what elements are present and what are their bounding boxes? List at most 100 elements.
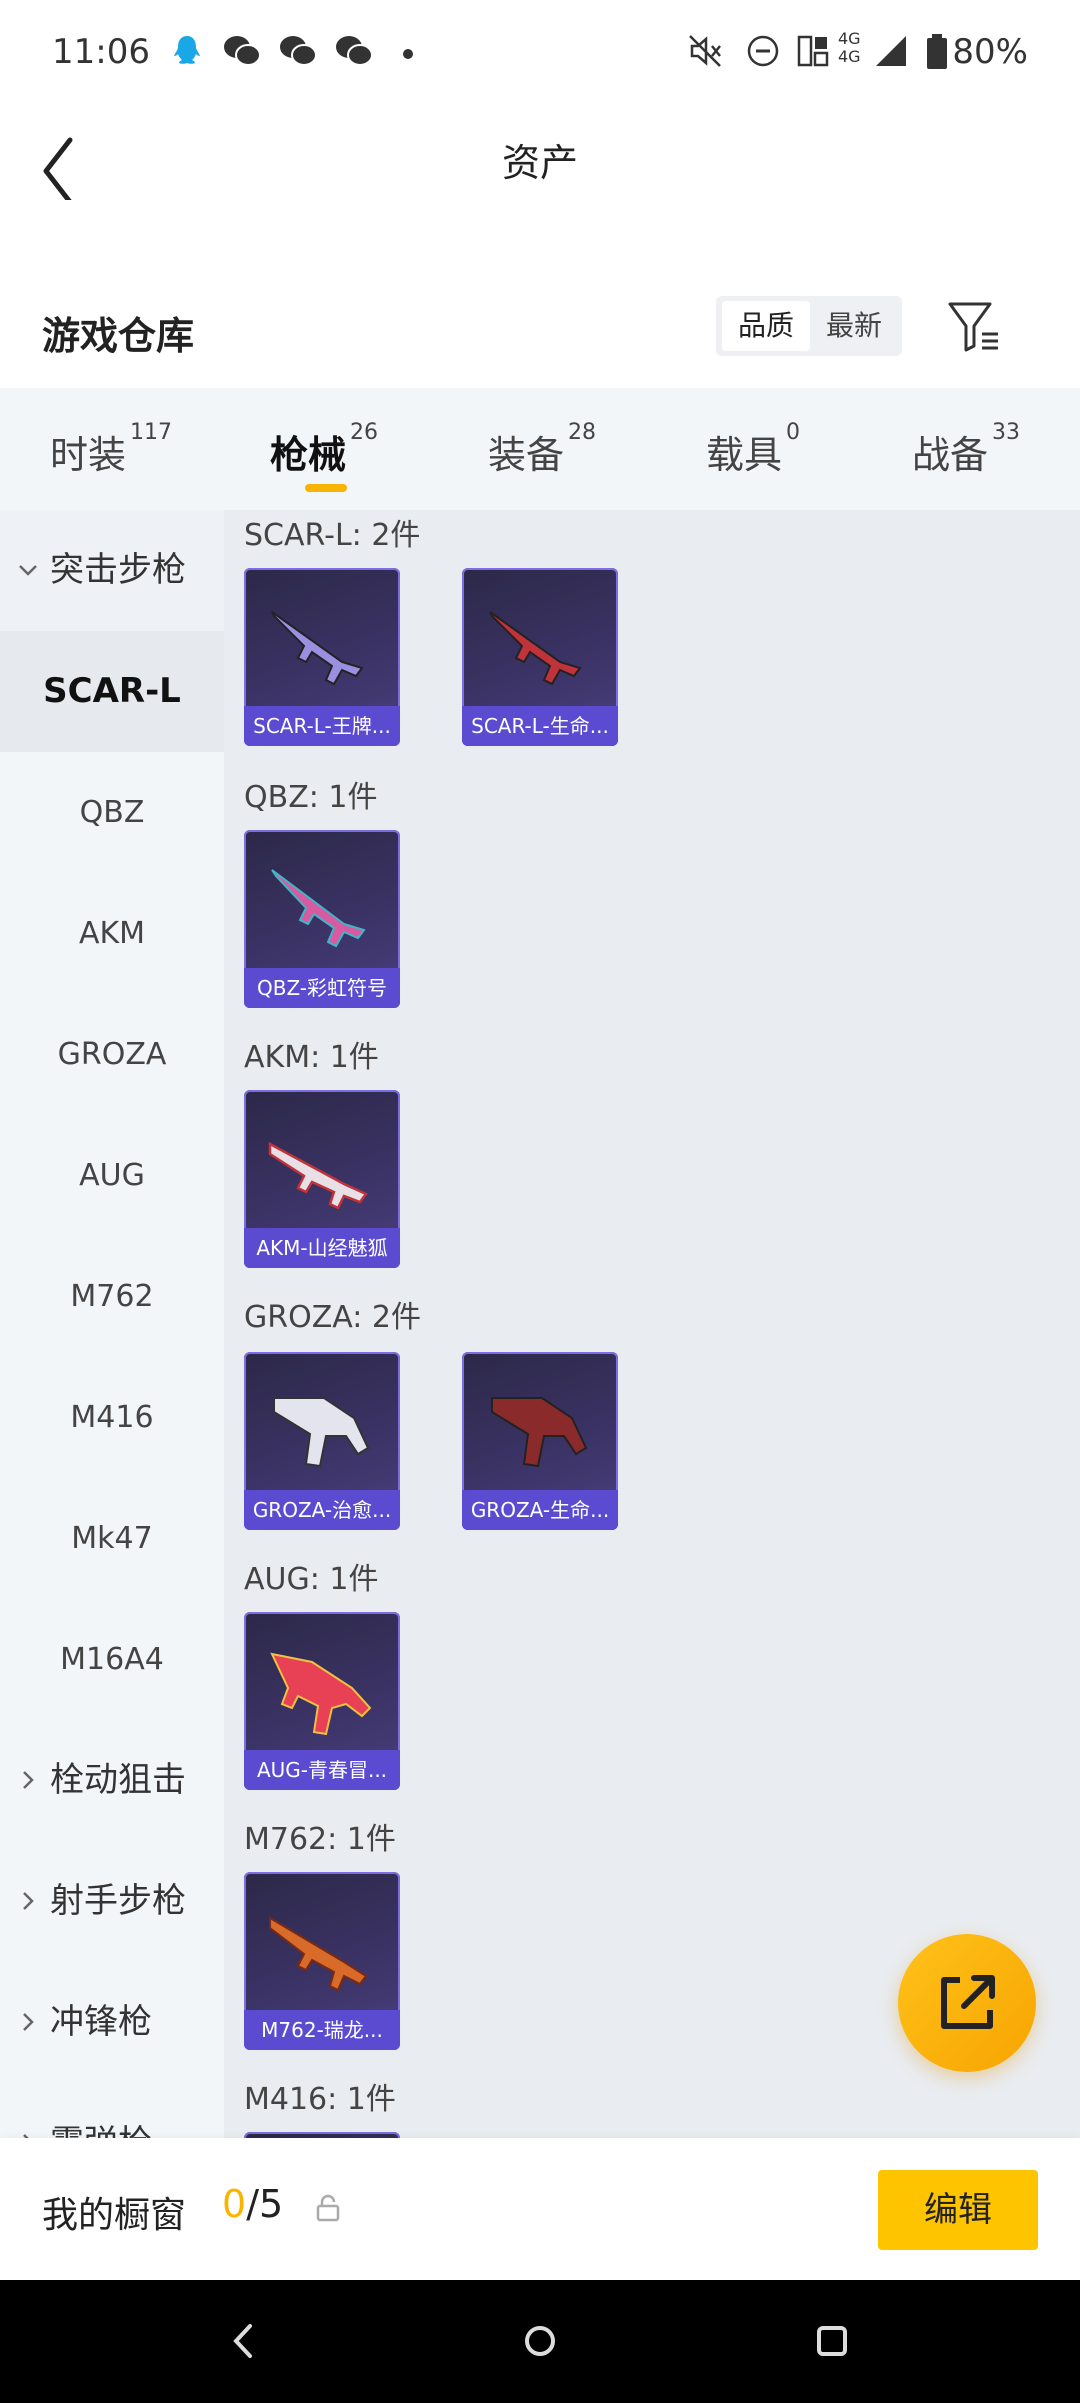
tab-active-indicator bbox=[305, 484, 347, 492]
weapon-card[interactable]: SCAR-L-生命... bbox=[462, 568, 618, 746]
group-title-groza: GROZA: 2件 bbox=[244, 1300, 421, 1335]
weapon-card[interactable]: SCAR-L-王牌... bbox=[244, 568, 400, 746]
lock-icon bbox=[316, 2194, 340, 2222]
sidebar-category-marksman-rifle[interactable]: 射手步枪 bbox=[0, 1841, 224, 1962]
group-title-qbz: QBZ: 1件 bbox=[244, 780, 378, 815]
rifle-skin-icon bbox=[273, 1397, 370, 1468]
wechat-icon bbox=[280, 36, 317, 66]
weapon-card-caption: AKM-山经魅狐 bbox=[244, 1228, 400, 1268]
nav-bar: 资产 bbox=[0, 110, 1080, 230]
sidebar-item-m16a4[interactable]: M16A4 bbox=[0, 1599, 224, 1720]
rifle-skin-icon bbox=[268, 1141, 368, 1210]
share-icon bbox=[941, 1975, 995, 2029]
chevron-right-icon bbox=[23, 1892, 34, 1910]
warehouse-title: 游戏仓库 bbox=[42, 314, 195, 358]
wechat-icon bbox=[336, 36, 373, 66]
rifle-skin-icon bbox=[491, 1397, 588, 1468]
chevron-down-icon bbox=[19, 565, 37, 576]
chevron-right-icon bbox=[23, 1771, 34, 1789]
qq-icon bbox=[174, 36, 200, 64]
battery-icon bbox=[927, 34, 947, 69]
tab-label: 装备 bbox=[488, 433, 565, 477]
sidebar-category-label: 冲锋枪 bbox=[50, 2002, 152, 2042]
nav-back-icon[interactable] bbox=[218, 2316, 268, 2366]
sidebar-item-qbz[interactable]: QBZ bbox=[0, 752, 224, 873]
weapon-card-caption: QBZ-彩虹符号 bbox=[244, 968, 400, 1008]
weapon-card-caption: SCAR-L-王牌... bbox=[244, 706, 400, 746]
sidebar-item-akm[interactable]: AKM bbox=[0, 873, 224, 994]
nav-recents-icon[interactable] bbox=[807, 2316, 857, 2366]
system-nav-bar bbox=[0, 2280, 1080, 2403]
filter-icon[interactable] bbox=[944, 296, 1006, 356]
chevron-right-icon bbox=[23, 2134, 29, 2138]
sidebar-item-aug[interactable]: AUG bbox=[0, 1115, 224, 1236]
nfc-icon bbox=[797, 35, 829, 67]
tab-label: 枪械 bbox=[270, 433, 347, 477]
showcase-count-total: /5 bbox=[246, 2182, 284, 2226]
tab-vehicles[interactable]: 载具0 bbox=[706, 420, 800, 479]
group-title-m416: M416: 1件 bbox=[244, 2082, 396, 2117]
page-title: 资产 bbox=[501, 141, 578, 185]
sidebar-category-bolt-sniper[interactable]: 栓动狙击 bbox=[0, 1720, 224, 1841]
chevron-right-icon bbox=[23, 2013, 34, 2031]
sidebar-category-label: 射手步枪 bbox=[50, 1881, 186, 1921]
group-title-scar-l: SCAR-L: 2件 bbox=[244, 518, 421, 553]
tab-equipment[interactable]: 装备28 bbox=[488, 420, 596, 479]
weapon-card-caption: M762-瑞龙... bbox=[244, 2010, 400, 2050]
weapon-card[interactable]: QBZ-彩虹符号 bbox=[244, 830, 400, 1008]
group-title-aug: AUG: 1件 bbox=[244, 1562, 379, 1597]
sidebar-category-smg[interactable]: 冲锋枪 bbox=[0, 1962, 224, 2083]
weapon-sidebar: 突击步枪 SCAR-L QBZ AKM GROZA AUG M762 M416 … bbox=[0, 510, 224, 2138]
tab-count: 117 bbox=[130, 420, 173, 445]
tab-fashion[interactable]: 时装117 bbox=[50, 420, 172, 479]
sidebar-item-mk47[interactable]: Mk47 bbox=[0, 1478, 224, 1599]
network-type: 4G 4G bbox=[838, 29, 861, 66]
showcase-count: 0/5 bbox=[222, 2182, 283, 2226]
tab-firearms[interactable]: 枪械26 bbox=[270, 420, 378, 479]
group-title-m762: M762: 1件 bbox=[244, 1822, 396, 1857]
tab-count: 0 bbox=[786, 420, 801, 445]
weapon-card-caption: GROZA-生命... bbox=[462, 1490, 618, 1530]
tab-label: 载具 bbox=[706, 433, 783, 477]
rifle-skin-icon bbox=[489, 611, 582, 686]
nav-home-icon[interactable] bbox=[515, 2316, 565, 2366]
rifle-skin-icon bbox=[270, 1652, 372, 1736]
tab-supplies[interactable]: 战备33 bbox=[912, 420, 1020, 479]
sidebar-category-label: 突击步枪 bbox=[50, 550, 186, 590]
sidebar-category-label: 栓动狙击 bbox=[50, 1760, 186, 1800]
tab-count: 33 bbox=[992, 420, 1021, 445]
rifle-skin-icon bbox=[271, 611, 364, 686]
showcase-count-used: 0 bbox=[222, 2182, 247, 2226]
status-bar: 11:06 4G 4G 80% bbox=[0, 0, 1080, 110]
tab-count: 26 bbox=[350, 420, 379, 445]
sidebar-category-shotgun[interactable]: 霰弹枪 bbox=[0, 2083, 224, 2138]
sort-quality-button[interactable]: 品质 bbox=[722, 301, 810, 351]
weapon-card-caption: GROZA-治愈... bbox=[244, 1490, 400, 1530]
weapon-card[interactable]: GROZA-治愈... bbox=[244, 1352, 400, 1530]
more-notifications-dot-icon bbox=[403, 49, 413, 59]
weapon-grid: SCAR-L: 2件 SCAR-L-王牌... SCAR-L-生命... QBZ… bbox=[224, 510, 1080, 2138]
do-not-disturb-icon bbox=[747, 35, 779, 67]
sidebar-item-groza[interactable]: GROZA bbox=[0, 994, 224, 1115]
tab-label: 时装 bbox=[50, 433, 127, 477]
tab-label: 战备 bbox=[912, 433, 989, 477]
category-tabs: 时装117 枪械26 装备28 载具0 战备33 bbox=[0, 388, 1080, 510]
sidebar-item-m416[interactable]: M416 bbox=[0, 1357, 224, 1478]
weapon-card[interactable]: AKM-山经魅狐 bbox=[244, 1090, 400, 1268]
sidebar-category-label: 霰弹枪 bbox=[50, 2083, 152, 2138]
sidebar-category-assault-rifle[interactable]: 突击步枪 bbox=[0, 510, 224, 631]
edit-button[interactable]: 编辑 bbox=[878, 2170, 1038, 2250]
battery-percent: 80% bbox=[952, 32, 1028, 72]
signal-icon bbox=[876, 36, 906, 66]
share-button[interactable] bbox=[898, 1934, 1036, 2072]
sidebar-item-m762[interactable]: M762 bbox=[0, 1236, 224, 1357]
weapon-card-caption: AUG-青春冒... bbox=[244, 1750, 400, 1790]
sidebar-item-scar-l[interactable]: SCAR-L bbox=[0, 631, 224, 752]
weapon-card[interactable]: AUG-青春冒... bbox=[244, 1612, 400, 1790]
weapon-card[interactable]: GROZA-生命... bbox=[462, 1352, 618, 1530]
sort-newest-button[interactable]: 最新 bbox=[810, 301, 898, 351]
showcase-label: 我的橱窗 bbox=[42, 2195, 187, 2236]
group-title-akm: AKM: 1件 bbox=[244, 1040, 379, 1075]
weapon-card[interactable]: M762-瑞龙... bbox=[244, 1872, 400, 2050]
rifle-skin-icon bbox=[271, 869, 366, 948]
